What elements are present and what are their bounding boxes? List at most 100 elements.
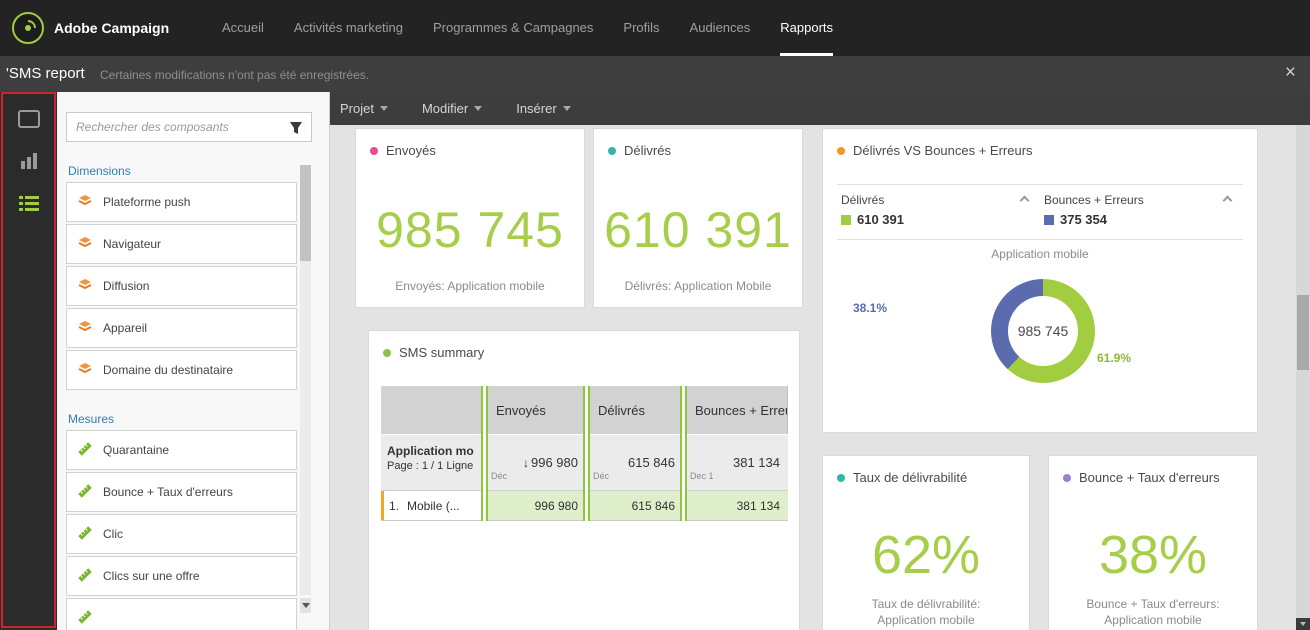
dimensions-section-label: Dimensions bbox=[68, 164, 131, 178]
widget-bounce-taux-erreurs[interactable]: Bounce + Taux d'erreurs 38% Bounce + Tau… bbox=[1048, 455, 1258, 630]
palette-item-label: Domaine du destinataire bbox=[103, 363, 234, 377]
widget-envoyes[interactable]: Envoyés 985 745 Envoyés: Application mob… bbox=[355, 128, 585, 308]
group-cell-sublabel: Déc bbox=[491, 471, 508, 481]
menu-label: Insérer bbox=[516, 101, 557, 116]
palette-item-bounce-taux-erreurs[interactable]: Bounce + Taux d'erreurs bbox=[66, 472, 297, 512]
app-title: Adobe Campaign bbox=[54, 20, 170, 36]
donut-subtitle: Application mobile bbox=[991, 247, 1089, 261]
palette-item-plateforme-push[interactable]: Plateforme push bbox=[66, 182, 297, 222]
legend-swatch-blue bbox=[1044, 214, 1054, 225]
page-scrollbar-thumb[interactable] bbox=[1297, 295, 1309, 370]
donut-legend: Délivrés 610 391 Bounces + Erreurs 375 3… bbox=[837, 184, 1243, 240]
palette-item-appareil[interactable]: Appareil bbox=[66, 308, 297, 348]
menu-projet[interactable]: Projet bbox=[340, 101, 388, 116]
page-panel-icon[interactable] bbox=[0, 98, 57, 140]
components-panel: Dimensions Plateforme push Navigateur Di… bbox=[57, 92, 330, 630]
widget-delivres[interactable]: Délivrés 610 391 Délivrés: Application M… bbox=[593, 128, 803, 308]
palette-item-label: Navigateur bbox=[103, 237, 162, 251]
table-group-row[interactable]: Application mo Page : 1 / 1 Ligne Déc ↓ … bbox=[381, 434, 788, 490]
bar-chart-icon[interactable] bbox=[0, 140, 57, 182]
chevron-down-icon bbox=[474, 106, 483, 111]
table-header-delivres[interactable]: Délivrés bbox=[586, 386, 683, 434]
widget-dot-icon bbox=[370, 146, 378, 155]
nav-item-activites-marketing[interactable]: Activités marketing bbox=[294, 0, 403, 56]
nav-item-profils[interactable]: Profils bbox=[623, 0, 659, 56]
widget-title: Envoyés bbox=[386, 143, 436, 158]
palette-item-diffusion[interactable]: Diffusion bbox=[66, 266, 297, 306]
palette-scroll-down-button[interactable] bbox=[300, 598, 311, 613]
kpi-value: 610 391 bbox=[604, 202, 792, 258]
row-cell-bounces: 381 134 bbox=[683, 491, 788, 520]
table-row[interactable]: 1. Mobile (... 996 980 615 846 381 134 bbox=[381, 490, 788, 521]
legend-delivres: Délivrés 610 391 bbox=[837, 185, 1040, 239]
measure-icon bbox=[77, 609, 93, 628]
table-header-bounces[interactable]: Bounces + Erreurs bbox=[683, 386, 788, 434]
palette-item-clics-offre[interactable]: Clics sur une offre bbox=[66, 556, 297, 596]
report-canvas: Envoyés 985 745 Envoyés: Application mob… bbox=[330, 125, 1296, 630]
donut-pct-blue: 38.1% bbox=[853, 301, 888, 315]
filter-funnel-icon[interactable] bbox=[289, 121, 303, 140]
kpi-caption: Délivrés: Application Mobile bbox=[624, 279, 772, 293]
palette-item-label: Quarantaine bbox=[103, 443, 170, 457]
widget-title: Délivrés VS Bounces + Erreurs bbox=[853, 143, 1033, 158]
widget-dot-icon bbox=[1063, 473, 1071, 482]
menu-modifier[interactable]: Modifier bbox=[421, 101, 483, 116]
group-name: Application mo bbox=[387, 444, 474, 458]
widget-dot-icon bbox=[837, 146, 845, 155]
group-pagination: Page : 1 / 1 Ligne bbox=[387, 460, 474, 472]
widget-sms-summary[interactable]: SMS summary Envoyés Délivrés Bounces + E… bbox=[368, 330, 800, 630]
chevron-down-icon bbox=[301, 603, 310, 608]
menu-inserer[interactable]: Insérer bbox=[516, 101, 571, 116]
widget-delivres-vs-bounces[interactable]: Délivrés VS Bounces + Erreurs Délivrés 6… bbox=[822, 128, 1258, 433]
editor-menubar: Projet Modifier Insérer bbox=[330, 92, 1310, 125]
table-header-envoyes[interactable]: Envoyés bbox=[484, 386, 586, 434]
palette-scrollbar-thumb[interactable] bbox=[300, 165, 311, 261]
palette-item-navigateur[interactable]: Navigateur bbox=[66, 224, 297, 264]
search-box bbox=[66, 112, 312, 142]
nav-item-rapports[interactable]: Rapports bbox=[780, 0, 834, 56]
kpi-caption-line2: Application mobile bbox=[1104, 613, 1202, 627]
palette-item-clic[interactable]: Clic bbox=[66, 514, 297, 554]
legend-bounces: Bounces + Erreurs 375 354 bbox=[1040, 185, 1243, 239]
kpi-caption: Envoyés: Application mobile bbox=[395, 279, 545, 293]
palette-item-label: Clic bbox=[103, 527, 123, 541]
kpi-caption-line1: Bounce + Taux d'erreurs: bbox=[1086, 597, 1220, 611]
search-input[interactable] bbox=[67, 113, 272, 141]
palette-item-label: Appareil bbox=[103, 321, 148, 335]
nav-item-accueil[interactable]: Accueil bbox=[222, 0, 264, 56]
widget-title: Taux de délivrabilité bbox=[853, 470, 968, 485]
group-cell-delivres: Déc 615 846 bbox=[586, 435, 683, 490]
main-nav: Accueil Activités marketing Programmes &… bbox=[222, 0, 834, 56]
kpi-value: 38% bbox=[1098, 525, 1208, 585]
row-cell-delivres: 615 846 bbox=[586, 491, 683, 520]
nav-item-programmes-campagnes[interactable]: Programmes & Campagnes bbox=[433, 0, 593, 56]
menu-label: Modifier bbox=[421, 101, 469, 116]
palette-item-label: Clics sur une offre bbox=[103, 569, 200, 583]
table-header-blank[interactable] bbox=[381, 386, 484, 434]
palette-item-quarantaine[interactable]: Quarantaine bbox=[66, 430, 297, 470]
donut-chart: 985 745 bbox=[991, 279, 1095, 383]
widget-dot-icon bbox=[608, 146, 616, 155]
chevron-down-icon bbox=[379, 106, 388, 111]
palette-item-partial[interactable] bbox=[66, 598, 297, 630]
nav-item-audiences[interactable]: Audiences bbox=[690, 0, 751, 56]
group-cell-envoyes: Déc ↓ 996 980 bbox=[484, 435, 586, 490]
widget-dot-icon bbox=[383, 348, 391, 357]
page-scroll-down-button[interactable] bbox=[1296, 618, 1310, 630]
brand[interactable]: Adobe Campaign bbox=[12, 12, 169, 44]
legend-value: 375 354 bbox=[1060, 212, 1107, 227]
group-cell-bounces: Dec 1 381 134 bbox=[683, 435, 788, 490]
chevron-down-icon bbox=[1300, 622, 1306, 626]
legend-swatch-green bbox=[841, 214, 851, 225]
close-icon[interactable]: × bbox=[1285, 62, 1296, 84]
page-scrollbar-track[interactable] bbox=[1296, 125, 1310, 618]
components-list-icon[interactable] bbox=[0, 182, 57, 224]
dimension-icon bbox=[77, 193, 93, 212]
legend-label: Délivrés bbox=[841, 193, 885, 207]
palette-item-domaine-destinataire[interactable]: Domaine du destinataire bbox=[66, 350, 297, 390]
sort-desc-icon[interactable]: ↓ bbox=[523, 456, 529, 470]
widget-taux-delivrabilite[interactable]: Taux de délivrabilité 62% Taux de délivr… bbox=[822, 455, 1030, 630]
dimension-icon bbox=[77, 277, 93, 296]
widget-dot-icon bbox=[837, 473, 845, 482]
unsaved-changes-message: Certaines modifications n'ont pas été en… bbox=[100, 68, 370, 82]
